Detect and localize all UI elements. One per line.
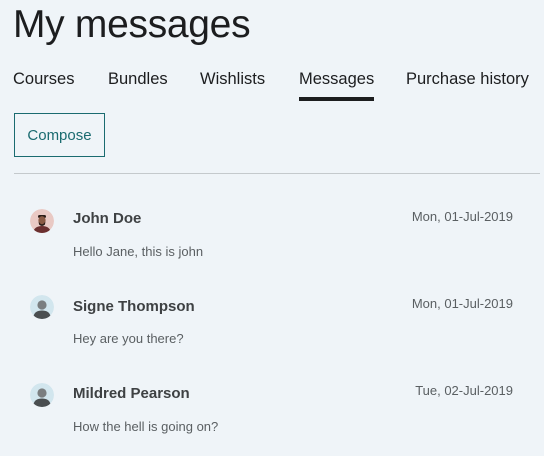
avatar (30, 209, 54, 233)
avatar (30, 383, 54, 407)
message-sender: Signe Thompson (73, 298, 195, 315)
message-item[interactable]: John Doe Mon, 01-Jul-2019 Hello Jane, th… (0, 200, 544, 270)
message-preview: Hello Jane, this is john (73, 244, 204, 259)
divider (14, 173, 540, 174)
tab-wishlists[interactable]: Wishlists (200, 70, 265, 89)
message-date: Tue, 02-Jul-2019 (415, 383, 513, 398)
message-preview: Hey are you there? (73, 331, 184, 346)
message-item[interactable]: Mildred Pearson Tue, 02-Jul-2019 How the… (0, 376, 544, 446)
avatar (30, 295, 54, 319)
message-item[interactable]: Signe Thompson Mon, 01-Jul-2019 Hey are … (0, 288, 544, 358)
user-photo-icon (30, 209, 54, 233)
tab-bundles[interactable]: Bundles (108, 70, 168, 89)
message-preview: How the hell is going on? (73, 419, 219, 434)
tab-messages[interactable]: Messages (299, 70, 375, 101)
tab-purchase-history[interactable]: Purchase history (406, 70, 529, 89)
message-sender: Mildred Pearson (73, 385, 190, 402)
user-placeholder-icon (30, 383, 54, 407)
message-date: Mon, 01-Jul-2019 (411, 296, 513, 311)
user-placeholder-icon (30, 295, 54, 319)
message-date: Mon, 01-Jul-2019 (411, 209, 513, 224)
compose-button[interactable]: Compose (14, 113, 105, 157)
tab-courses[interactable]: Courses (13, 70, 74, 89)
message-sender: John Doe (73, 210, 142, 227)
my-messages-page: My messages Courses Bundles Wishlists Me… (0, 0, 544, 456)
page-title: My messages (13, 3, 251, 46)
tab-bar: Courses Bundles Wishlists Messages Purch… (0, 70, 544, 104)
